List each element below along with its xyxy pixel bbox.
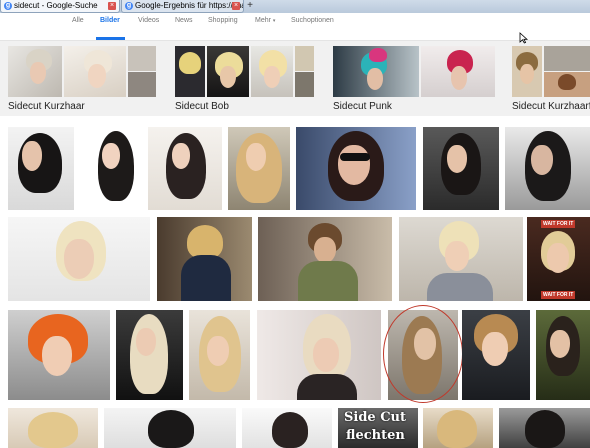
related-label: Sidecut Kurzhaarf (512, 101, 590, 112)
browser-tab-image-result[interactable]: g Google-Ergebnis für https://image... × (121, 0, 244, 13)
tab-videos[interactable]: Videos (138, 17, 159, 24)
wait-for-it-caption: WAIT FOR IT (541, 291, 576, 299)
result-thumbnail[interactable] (80, 127, 142, 210)
browser-tab-google-search[interactable]: g sidecut - Google-Suche × (0, 0, 120, 13)
tab-suchoptionen[interactable]: Suchoptionen (291, 17, 334, 24)
result-thumbnail[interactable]: WAIT FOR IT WAIT FOR IT (527, 217, 590, 301)
thumb-caption: flechten (346, 428, 405, 443)
result-thumbnail[interactable] (423, 408, 493, 448)
thumb-caption: Side Cut (344, 410, 407, 425)
related-label: Sidecut Punk (333, 101, 392, 112)
tab-bilder[interactable]: Bilder (100, 17, 120, 24)
tab-title: Google-Ergebnis für https://image... (135, 1, 243, 10)
result-thumbnail (128, 72, 156, 97)
active-tab-underline (96, 37, 125, 40)
related-searches-strip: Sidecut Kurzhaar Sidecut Bob Sidecut Pun… (0, 41, 590, 116)
result-thumbnail[interactable]: Side Cut flechten (338, 408, 418, 448)
result-thumbnail[interactable] (116, 310, 183, 400)
result-thumbnail[interactable] (8, 310, 110, 400)
result-thumbnail (333, 46, 419, 97)
result-thumbnail (295, 72, 314, 97)
result-thumbnail[interactable] (228, 127, 290, 210)
related-label: Sidecut Kurzhaar (8, 101, 85, 112)
close-icon[interactable]: × (108, 2, 116, 10)
result-thumbnail (544, 46, 590, 71)
result-thumbnail[interactable] (104, 408, 236, 448)
g-icon: g (4, 2, 12, 10)
tab-news[interactable]: News (175, 17, 193, 24)
new-tab-button[interactable]: + (244, 0, 256, 12)
highlight-circle (383, 305, 463, 403)
result-thumbnail[interactable] (505, 127, 590, 210)
result-thumbnail[interactable] (148, 127, 222, 210)
result-thumbnail (544, 72, 590, 97)
result-thumbnail (207, 46, 249, 97)
result-thumbnail[interactable] (157, 217, 252, 301)
result-thumbnail[interactable] (8, 127, 74, 210)
tab-mehr-label: Mehr (255, 17, 271, 24)
result-thumbnail (251, 46, 293, 97)
result-thumbnail[interactable] (257, 310, 381, 400)
wait-for-it-caption: WAIT FOR IT (541, 220, 576, 228)
result-thumbnail[interactable] (296, 127, 416, 210)
result-thumbnail (128, 46, 156, 71)
close-icon[interactable]: × (232, 2, 240, 10)
result-thumbnail[interactable] (258, 217, 392, 301)
result-thumbnail[interactable] (423, 127, 499, 210)
result-thumbnail[interactable] (536, 310, 590, 400)
tab-title: sidecut - Google-Suche (14, 1, 98, 10)
tab-mehr[interactable]: Mehr ▾ (255, 17, 275, 24)
result-thumbnail[interactable] (8, 408, 98, 448)
result-thumbnail[interactable] (462, 310, 530, 400)
search-type-nav: Alle Bilder Videos News Shopping Mehr ▾ … (0, 13, 590, 41)
result-thumbnail (64, 46, 126, 97)
g-icon: g (125, 2, 133, 10)
result-thumbnail (175, 46, 205, 97)
result-thumbnail[interactable] (499, 408, 590, 448)
tab-alle[interactable]: Alle (72, 17, 84, 24)
related-label: Sidecut Bob (175, 101, 229, 112)
browser-tab-bar: g sidecut - Google-Suche × g Google-Erge… (0, 0, 590, 14)
result-thumbnail (421, 46, 495, 97)
result-thumbnail (295, 46, 314, 71)
result-thumbnail[interactable] (399, 217, 523, 301)
mouse-cursor-icon (519, 32, 529, 44)
chevron-down-icon: ▾ (272, 18, 276, 24)
result-thumbnail (512, 46, 542, 97)
result-thumbnail[interactable] (8, 217, 150, 301)
tab-shopping[interactable]: Shopping (208, 17, 238, 24)
result-thumbnail[interactable] (242, 408, 332, 448)
result-thumbnail (8, 46, 62, 97)
result-thumbnail[interactable] (189, 310, 250, 400)
